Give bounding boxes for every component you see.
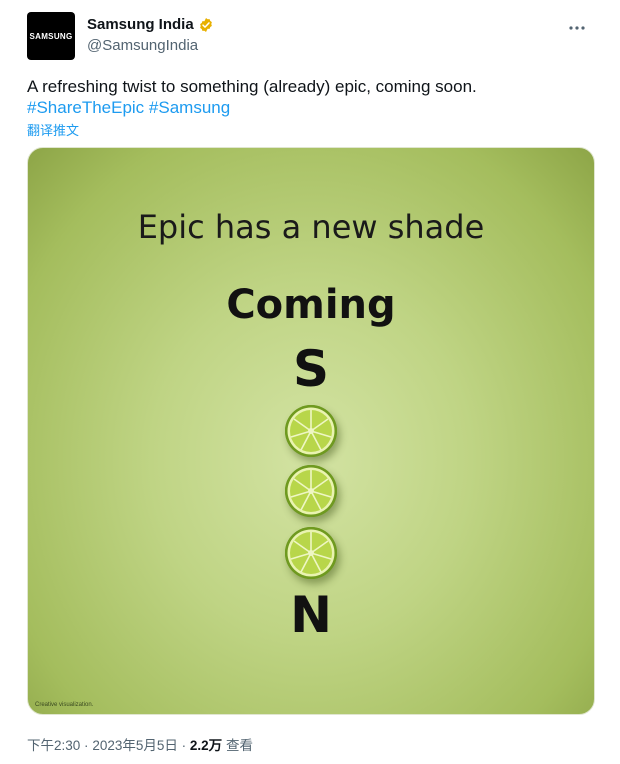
tweet-date[interactable]: 2023年5月5日 — [92, 738, 178, 753]
hashtag-samsung[interactable]: #Samsung — [149, 98, 230, 117]
user-handle[interactable]: @SamsungIndia — [87, 37, 198, 54]
tweet-body: A refreshing twist to something (already… — [27, 77, 477, 96]
translate-tweet-link[interactable]: 翻译推文 — [27, 120, 79, 139]
lime-slice-icon — [285, 405, 337, 457]
tweet-header: SAMSUNG Samsung India @SamsungIndia — [27, 12, 593, 62]
display-name[interactable]: Samsung India — [87, 16, 194, 33]
hashtag-line: #ShareTheEpic #Samsung — [27, 97, 593, 118]
name-row: Samsung India — [87, 16, 214, 33]
meta-separator: · — [181, 738, 187, 753]
image-letter-n: N — [290, 586, 332, 644]
meta-separator: · — [84, 738, 89, 753]
tweet-meta: 下午2:30 · 2023年5月5日 · 2.2万 查看 — [27, 734, 253, 754]
lime-slice-icon — [285, 527, 337, 579]
image-headline: Epic has a new shade — [137, 208, 485, 246]
verified-badge-icon — [199, 17, 212, 32]
tweet-time[interactable]: 下午2:30 — [27, 738, 80, 753]
avatar[interactable]: SAMSUNG — [27, 12, 75, 60]
avatar-logo-text: SAMSUNG — [29, 31, 73, 41]
image-caption: Creative visualization. — [35, 702, 94, 708]
views-label: 查看 — [225, 738, 253, 753]
image-coming-text: Coming — [226, 282, 396, 328]
hashtag-sharetheepic[interactable]: #ShareTheEpic — [27, 98, 144, 117]
tweet-text: A refreshing twist to something (already… — [27, 76, 593, 118]
more-options-icon[interactable] — [563, 14, 591, 42]
tweet-image[interactable]: Epic has a new shade Coming S N Creative… — [27, 147, 595, 715]
image-letter-s: S — [292, 340, 329, 398]
views-count: 2.2万 — [189, 738, 223, 753]
lime-slice-icon — [285, 465, 337, 517]
